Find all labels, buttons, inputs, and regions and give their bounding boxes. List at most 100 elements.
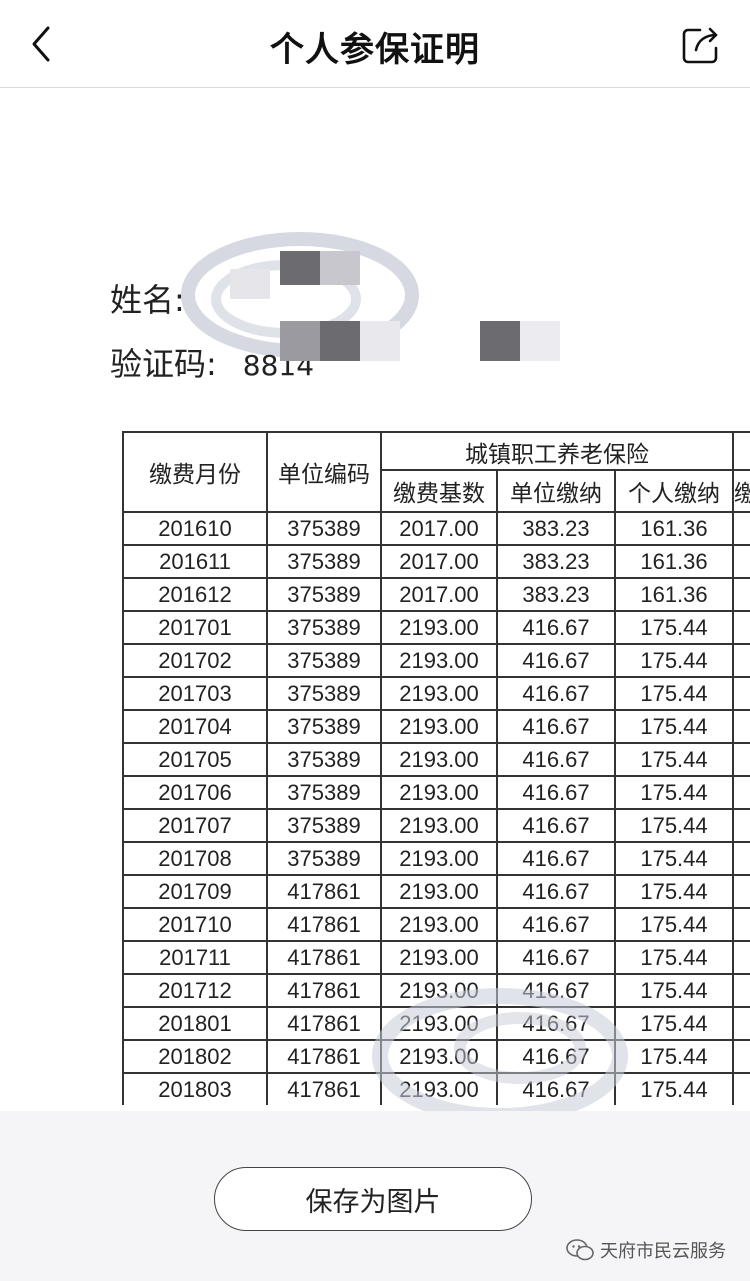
- table-cell-cutoff: [734, 645, 750, 676]
- table-cell-cutoff: [734, 1074, 750, 1105]
- table-cell: 416.67: [498, 876, 616, 907]
- table-row: 201703 375389 2193.00 416.67 175.44: [124, 676, 750, 709]
- table-cell: 2193.00: [382, 711, 498, 742]
- table-cell-cutoff: [734, 876, 750, 907]
- privacy-mosaic: [280, 321, 320, 361]
- table-cell: 416.67: [498, 711, 616, 742]
- table-cell: 417861: [268, 975, 382, 1006]
- table-cell: 175.44: [616, 1074, 734, 1105]
- save-image-button[interactable]: 保存为图片: [214, 1167, 532, 1231]
- table-header: 缴费月份 单位编码 城镇职工养老保险 缴费基数 单位缴纳 个人缴纳 缴: [122, 431, 750, 511]
- table-cell: 417861: [268, 1041, 382, 1072]
- privacy-mosaic: [520, 321, 560, 361]
- table-cell: 175.44: [616, 744, 734, 775]
- table-cell: 175.44: [616, 810, 734, 841]
- table-cell-cutoff: [734, 942, 750, 973]
- table-cell-cutoff: [734, 909, 750, 940]
- table-cell: 175.44: [616, 1041, 734, 1072]
- privacy-mosaic: [480, 321, 520, 361]
- table-row: 201706 375389 2193.00 416.67 175.44: [124, 775, 750, 808]
- nav-bar: 个人参保证明: [0, 0, 750, 88]
- table-cell: 383.23: [498, 513, 616, 544]
- table-cell: 2017.00: [382, 546, 498, 577]
- header-next-col: 缴: [734, 481, 750, 507]
- wechat-icon: [566, 1239, 594, 1261]
- table-cell: 2017.00: [382, 513, 498, 544]
- table-cell-cutoff: [734, 777, 750, 808]
- table-cell: 375389: [268, 744, 382, 775]
- table-cell-cutoff: [734, 810, 750, 841]
- table-cell-cutoff: [734, 744, 750, 775]
- name-label: 姓名:: [110, 281, 185, 319]
- table-row: 201709 417861 2193.00 416.67 175.44: [124, 874, 750, 907]
- table-cell: 375389: [268, 711, 382, 742]
- name-row: 姓名:: [110, 275, 185, 321]
- table-cell: 201701: [124, 612, 268, 643]
- header-base: 缴费基数: [382, 471, 498, 511]
- table-cell: 375389: [268, 843, 382, 874]
- table-cell: 175.44: [616, 612, 734, 643]
- table-cell: 175.44: [616, 711, 734, 742]
- header-unit-pay: 单位缴纳: [498, 471, 616, 511]
- table-cell: 2193.00: [382, 876, 498, 907]
- table-cell: 201712: [124, 975, 268, 1006]
- table-cell: 201801: [124, 1008, 268, 1039]
- table-cell-cutoff: [734, 546, 750, 577]
- table-cell: 161.36: [616, 513, 734, 544]
- table-cell: 201710: [124, 909, 268, 940]
- table-cell: 201711: [124, 942, 268, 973]
- table-cell: 2193.00: [382, 744, 498, 775]
- table-row: 201701 375389 2193.00 416.67 175.44: [124, 610, 750, 643]
- table-cell: 201709: [124, 876, 268, 907]
- table-cell-cutoff: [734, 678, 750, 709]
- table-cell: 2193.00: [382, 810, 498, 841]
- table-cell: 375389: [268, 777, 382, 808]
- table-cell: 2193.00: [382, 645, 498, 676]
- table-row: 201711 417861 2193.00 416.67 175.44: [124, 940, 750, 973]
- table-cell: 375389: [268, 678, 382, 709]
- table-cell-cutoff: [734, 579, 750, 610]
- table-cell: 375389: [268, 579, 382, 610]
- table-cell: 417861: [268, 876, 382, 907]
- privacy-mosaic: [320, 251, 360, 285]
- table-cell: 201708: [124, 843, 268, 874]
- table-cell: 416.67: [498, 942, 616, 973]
- privacy-mosaic: [230, 269, 270, 299]
- table-cell: 416.67: [498, 843, 616, 874]
- brand-name: 天府市民云服务: [600, 1241, 726, 1262]
- table-cell: 201706: [124, 777, 268, 808]
- table-cell: 383.23: [498, 579, 616, 610]
- table-row: 201710 417861 2193.00 416.67 175.44: [124, 907, 750, 940]
- table-cell: 175.44: [616, 909, 734, 940]
- table-row: 201612 375389 2017.00 383.23 161.36: [124, 577, 750, 610]
- table-cell: 416.67: [498, 645, 616, 676]
- table-cell: 175.44: [616, 777, 734, 808]
- header-unit-code: 单位编码: [268, 433, 382, 511]
- table-cell-cutoff: [734, 513, 750, 544]
- table-cell: 417861: [268, 1008, 382, 1039]
- table-cell: 375389: [268, 810, 382, 841]
- table-row: 201707 375389 2193.00 416.67 175.44: [124, 808, 750, 841]
- table-cell: 375389: [268, 612, 382, 643]
- table-cell: 175.44: [616, 942, 734, 973]
- share-button[interactable]: [678, 22, 724, 68]
- privacy-mosaic: [320, 321, 360, 361]
- table-cell: 201702: [124, 645, 268, 676]
- table-cell: 175.44: [616, 876, 734, 907]
- table-cell: 201704: [124, 711, 268, 742]
- table-cell: 175.44: [616, 678, 734, 709]
- table-cell: 161.36: [616, 546, 734, 577]
- table-cell: 201612: [124, 579, 268, 610]
- table-row: 201708 375389 2193.00 416.67 175.44: [124, 841, 750, 874]
- table-cell: 2017.00: [382, 579, 498, 610]
- table-cell: 175.44: [616, 975, 734, 1006]
- table-cell: 201707: [124, 810, 268, 841]
- table-cell: 416.67: [498, 678, 616, 709]
- table-cell: 175.44: [616, 1008, 734, 1039]
- table-cell: 375389: [268, 645, 382, 676]
- table-cell: 201705: [124, 744, 268, 775]
- table-cell: 201703: [124, 678, 268, 709]
- table-cell: 383.23: [498, 546, 616, 577]
- table-cell: 416.67: [498, 744, 616, 775]
- table-cell: 417861: [268, 942, 382, 973]
